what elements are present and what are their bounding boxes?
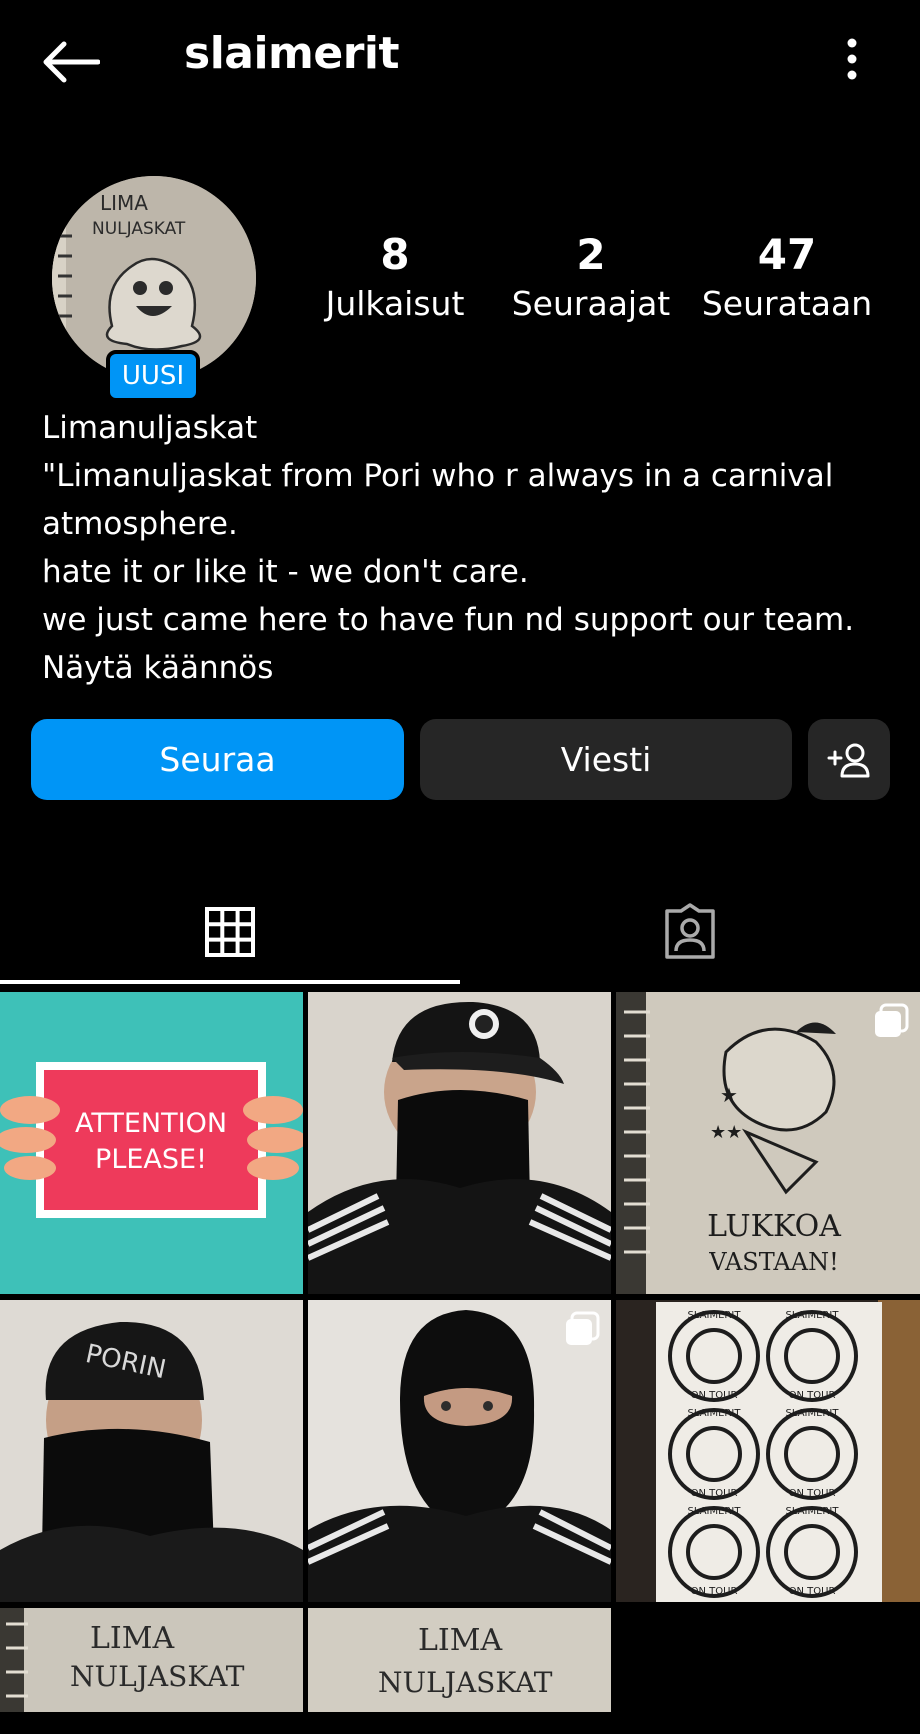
post-thumbnail[interactable]: ATTENTION PLEASE! <box>0 992 303 1294</box>
carousel-icon <box>566 1311 600 1345</box>
svg-text:ON TOUR: ON TOUR <box>691 1390 738 1401</box>
bio-line: atmosphere. <box>42 506 238 542</box>
svg-text:ON TOUR: ON TOUR <box>789 1586 836 1597</box>
svg-text:SLAIMERIT: SLAIMERIT <box>786 1310 840 1321</box>
post-image <box>308 992 611 1294</box>
profile-bio: Limanuljaskat "Limanuljaskat from Pori w… <box>42 404 902 692</box>
bio-line: "Limanuljaskat from Pori who r always in… <box>42 458 834 494</box>
stat-posts-value: 8 <box>380 230 410 279</box>
bio-line: we just came here to have fun nd support… <box>42 602 855 638</box>
bio-line: hate it or like it - we don't care. <box>42 554 529 590</box>
post-thumbnail[interactable]: LIMA NULJASKAT <box>308 1608 611 1712</box>
top-bar: slaimerit <box>0 0 920 120</box>
svg-text:ON TOUR: ON TOUR <box>691 1586 738 1597</box>
new-badge: UUSI <box>106 350 200 402</box>
more-options-button[interactable] <box>836 34 868 84</box>
post-image: ATTENTION PLEASE! <box>0 992 303 1294</box>
svg-text:ON TOUR: ON TOUR <box>691 1488 738 1499</box>
active-tab-indicator <box>0 980 460 984</box>
post-image: SLAIMERIT ON TOUR SLAIMERIT ON TOUR SLAIME… <box>616 1300 920 1602</box>
svg-text:LIMA: LIMA <box>90 1621 174 1656</box>
stat-followers-value: 2 <box>576 230 606 279</box>
post-thumbnail[interactable]: ★ ★★ LUKKOA VASTAAN! <box>616 992 920 1294</box>
profile-username: slaimerit <box>184 28 400 79</box>
svg-text:★★: ★★ <box>710 1122 742 1143</box>
bio-name: Limanuljaskat <box>42 410 258 446</box>
stat-posts[interactable]: 8 Julkaisut <box>300 230 490 328</box>
more-vertical-icon <box>847 38 857 80</box>
stat-followers-label: Seuraajat <box>511 284 671 323</box>
svg-text:NULJASKAT: NULJASKAT <box>70 1660 245 1693</box>
post-image: LIMA NULJASKAT <box>0 1608 303 1712</box>
stat-posts-label: Julkaisut <box>325 284 465 323</box>
post-thumbnail[interactable] <box>308 992 611 1294</box>
svg-text:ON TOUR: ON TOUR <box>789 1390 836 1401</box>
svg-text:LIMA: LIMA <box>100 191 148 215</box>
svg-text:NULJASKAT: NULJASKAT <box>378 1666 553 1699</box>
tab-posts-grid[interactable] <box>0 880 460 984</box>
post-thumbnail[interactable]: SLAIMERIT ON TOUR SLAIMERIT ON TOUR SLAIME… <box>616 1300 920 1602</box>
post-thumbnail[interactable]: PORIN <box>0 1300 303 1602</box>
add-person-icon <box>827 743 870 777</box>
follow-button[interactable]: Seuraa <box>31 719 404 800</box>
svg-text:SLAIMERIT: SLAIMERIT <box>688 1408 742 1419</box>
svg-text:PLEASE!: PLEASE! <box>95 1144 207 1175</box>
tagged-icon <box>665 903 715 959</box>
svg-text:LUKKOA: LUKKOA <box>707 1209 841 1244</box>
suggested-accounts-button[interactable] <box>808 719 890 800</box>
post-image: LIMA NULJASKAT <box>308 1608 611 1712</box>
see-translation-link[interactable]: Näytä käännös <box>42 644 902 692</box>
carousel-icon <box>875 1003 909 1037</box>
svg-text:SLAIMERIT: SLAIMERIT <box>688 1310 742 1321</box>
svg-text:★: ★ <box>720 1083 738 1107</box>
svg-text:VASTAAN!: VASTAAN! <box>708 1248 838 1276</box>
svg-text:SLAIMERIT: SLAIMERIT <box>786 1506 840 1517</box>
svg-text:ATTENTION: ATTENTION <box>75 1108 227 1139</box>
svg-text:NULJASKAT: NULJASKAT <box>92 219 186 239</box>
tab-tagged[interactable] <box>460 880 920 984</box>
message-button[interactable]: Viesti <box>420 719 792 800</box>
grid-icon <box>205 907 255 957</box>
back-button[interactable] <box>38 30 102 94</box>
post-thumbnail[interactable]: LIMA NULJASKAT <box>0 1608 303 1712</box>
svg-text:SLAIMERIT: SLAIMERIT <box>786 1408 840 1419</box>
stat-following[interactable]: 47 Seurataan <box>692 230 882 328</box>
stat-following-value: 47 <box>757 230 817 279</box>
svg-text:LIMA: LIMA <box>418 1623 502 1658</box>
post-image: PORIN <box>0 1300 303 1602</box>
svg-text:ON TOUR: ON TOUR <box>789 1488 836 1499</box>
profile-stats: 8 Julkaisut 2 Seuraajat 47 Seurataan <box>300 230 900 340</box>
post-thumbnail[interactable] <box>308 1300 611 1602</box>
stat-following-label: Seurataan <box>701 284 873 323</box>
svg-text:SLAIMERIT: SLAIMERIT <box>688 1506 742 1517</box>
arrow-left-icon <box>43 41 100 83</box>
stat-followers[interactable]: 2 Seuraajat <box>496 230 686 328</box>
